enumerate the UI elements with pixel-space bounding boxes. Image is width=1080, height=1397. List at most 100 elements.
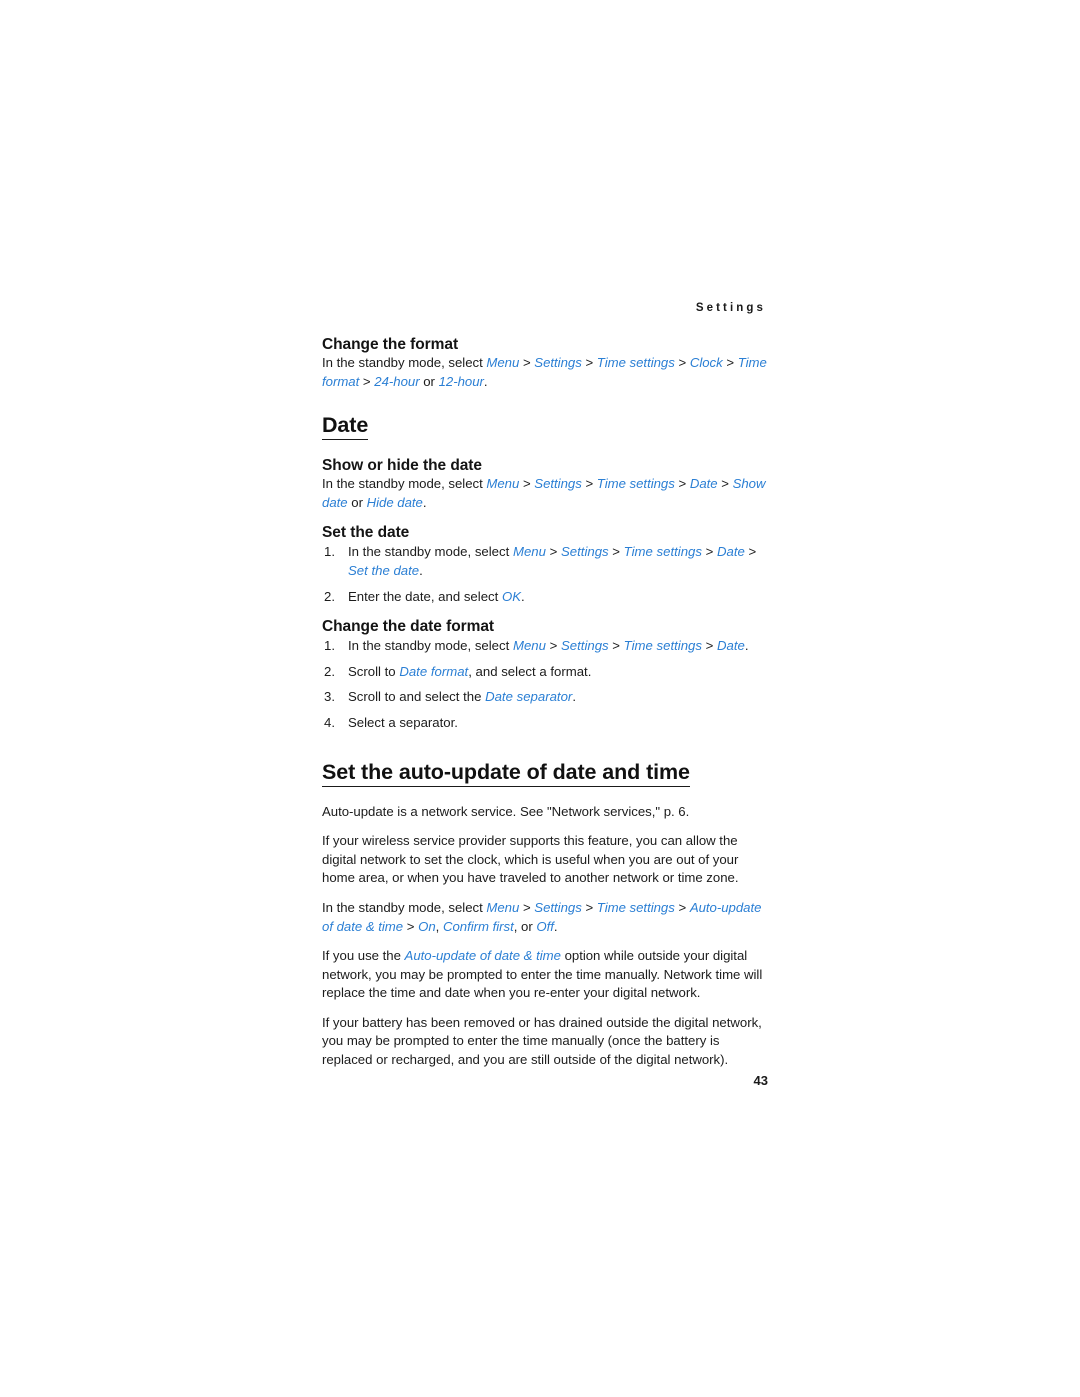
comma: , [435, 918, 443, 934]
ui-ref-menu: Menu [486, 355, 520, 370]
ui-ref-menu: Menu [512, 638, 546, 654]
path-separator: > [717, 476, 733, 492]
paragraph-auto-update-path: In the standby mode, select Menu > Setti… [322, 899, 768, 936]
paragraph-change-the-format-path: In the standby mode, select Menu > Setti… [322, 354, 768, 391]
ui-ref-date: Date [717, 544, 745, 560]
word-or: or [351, 494, 367, 510]
ui-ref-menu: Menu [486, 899, 520, 915]
list-item: Scroll to and select the Date separator. [322, 688, 768, 707]
ui-ref-12-hour: 12-hour [438, 373, 484, 389]
path-separator: > [674, 355, 690, 370]
subhead-change-the-format: Change the format [322, 336, 459, 353]
path-separator: > [581, 355, 597, 370]
paragraph-network-service: Auto-update is a network service. See "N… [322, 803, 690, 819]
paragraph-provider-support: If your wireless service provider suppor… [322, 833, 739, 886]
path-separator: > [608, 544, 624, 560]
ui-ref-settings: Settings [534, 355, 582, 370]
text-lead: Enter the date, and select [348, 588, 502, 604]
list-item: In the standby mode, select Menu > Setti… [322, 543, 768, 580]
path-separator: > [744, 544, 757, 560]
comma: , [513, 918, 522, 934]
ui-ref-date-format: Date format [399, 663, 469, 679]
ui-ref-menu: Menu [512, 544, 546, 560]
ui-ref-ok: OK [501, 588, 522, 604]
ui-ref-time-settings: Time settings [596, 355, 675, 370]
path-separator: > [359, 373, 375, 389]
word-or: or [521, 918, 537, 934]
subhead-set-the-date: Set the date [322, 524, 410, 542]
list-item: Enter the date, and select OK. [322, 588, 768, 607]
ui-ref-hide-date: Hide date [366, 494, 423, 510]
running-header: Settings [695, 302, 766, 314]
ui-ref-date-separator: Date separator [485, 689, 573, 705]
text-tail: , and select a format. [468, 663, 592, 679]
path-separator: > [545, 544, 561, 560]
list-item: In the standby mode, select Menu > Setti… [322, 637, 768, 656]
path-separator: > [701, 544, 718, 560]
section-title-auto-update: Set the auto-update of date and time [322, 760, 768, 787]
subhead-show-or-hide-the-date: Show or hide the date [322, 457, 482, 475]
section-title-date-text: Date [322, 413, 368, 441]
path-separator: > [722, 355, 738, 370]
text-lead: In the standby mode, select [322, 476, 487, 492]
ui-ref-settings: Settings [560, 638, 609, 654]
path-separator: > [403, 918, 419, 934]
text-lead: Scroll to [348, 663, 400, 679]
section-title-date: Date [322, 413, 768, 441]
steps-list-change-date-format: In the standby mode, select Menu > Setti… [322, 637, 768, 732]
ui-ref-date: Date [717, 638, 745, 654]
path-separator: > [701, 638, 718, 654]
ui-ref-time-settings: Time settings [623, 544, 702, 560]
document-page: Settings Change the format In the standb… [0, 0, 1080, 1397]
text-lead: In the standby mode, select [348, 544, 513, 560]
ui-ref-settings: Settings [560, 544, 609, 560]
paragraph-outside-network: If you use the Auto-update of date & tim… [322, 947, 768, 1003]
ui-ref-date: Date [689, 476, 718, 492]
path-separator: > [608, 638, 624, 654]
path-separator: > [674, 476, 690, 492]
list-item: Scroll to Date format, and select a form… [322, 663, 768, 682]
text-step: Select a separator. [348, 714, 458, 730]
word-or: or [423, 373, 435, 389]
path-separator: > [519, 355, 535, 370]
steps-list-set-the-date: In the standby mode, select Menu > Setti… [322, 543, 768, 606]
path-separator: > [545, 638, 561, 654]
list-item: Select a separator. [322, 714, 768, 733]
text-lead: In the standby mode, select [348, 638, 513, 654]
period: . [422, 494, 427, 510]
path-separator: > [519, 476, 535, 492]
subhead-change-the-date-format: Change the date format [322, 618, 495, 636]
ui-ref-auto-update-of-date-and-time: Auto-update of date & time [404, 948, 561, 964]
ui-ref-time-settings: Time settings [623, 638, 702, 654]
text-lead: In the standby mode, select [322, 355, 487, 370]
section-title-auto-update-text: Set the auto-update of date and time [322, 760, 690, 787]
page-content-column: Settings Change the format In the standb… [322, 300, 768, 1070]
period: . [553, 918, 558, 934]
text-lead: Scroll to and select the [348, 689, 486, 705]
period: . [521, 588, 525, 604]
period: . [572, 689, 576, 705]
period: . [419, 562, 423, 578]
ui-ref-off: Off [536, 918, 554, 934]
text-lead: If you use the [322, 948, 405, 964]
ui-ref-clock: Clock [689, 355, 723, 370]
ui-ref-settings: Settings [534, 476, 582, 492]
paragraph-show-or-hide-path: In the standby mode, select Menu > Setti… [322, 475, 768, 512]
ui-ref-24-hour: 24-hour [374, 373, 420, 389]
path-separator: > [674, 899, 690, 915]
period: . [744, 638, 749, 654]
ui-ref-time-settings: Time settings [596, 899, 675, 915]
ui-ref-time-settings: Time settings [596, 476, 675, 492]
paragraph-battery-removed: If your battery has been removed or has … [322, 1014, 762, 1068]
ui-ref-settings: Settings [534, 899, 582, 915]
ui-ref-menu: Menu [486, 476, 520, 492]
